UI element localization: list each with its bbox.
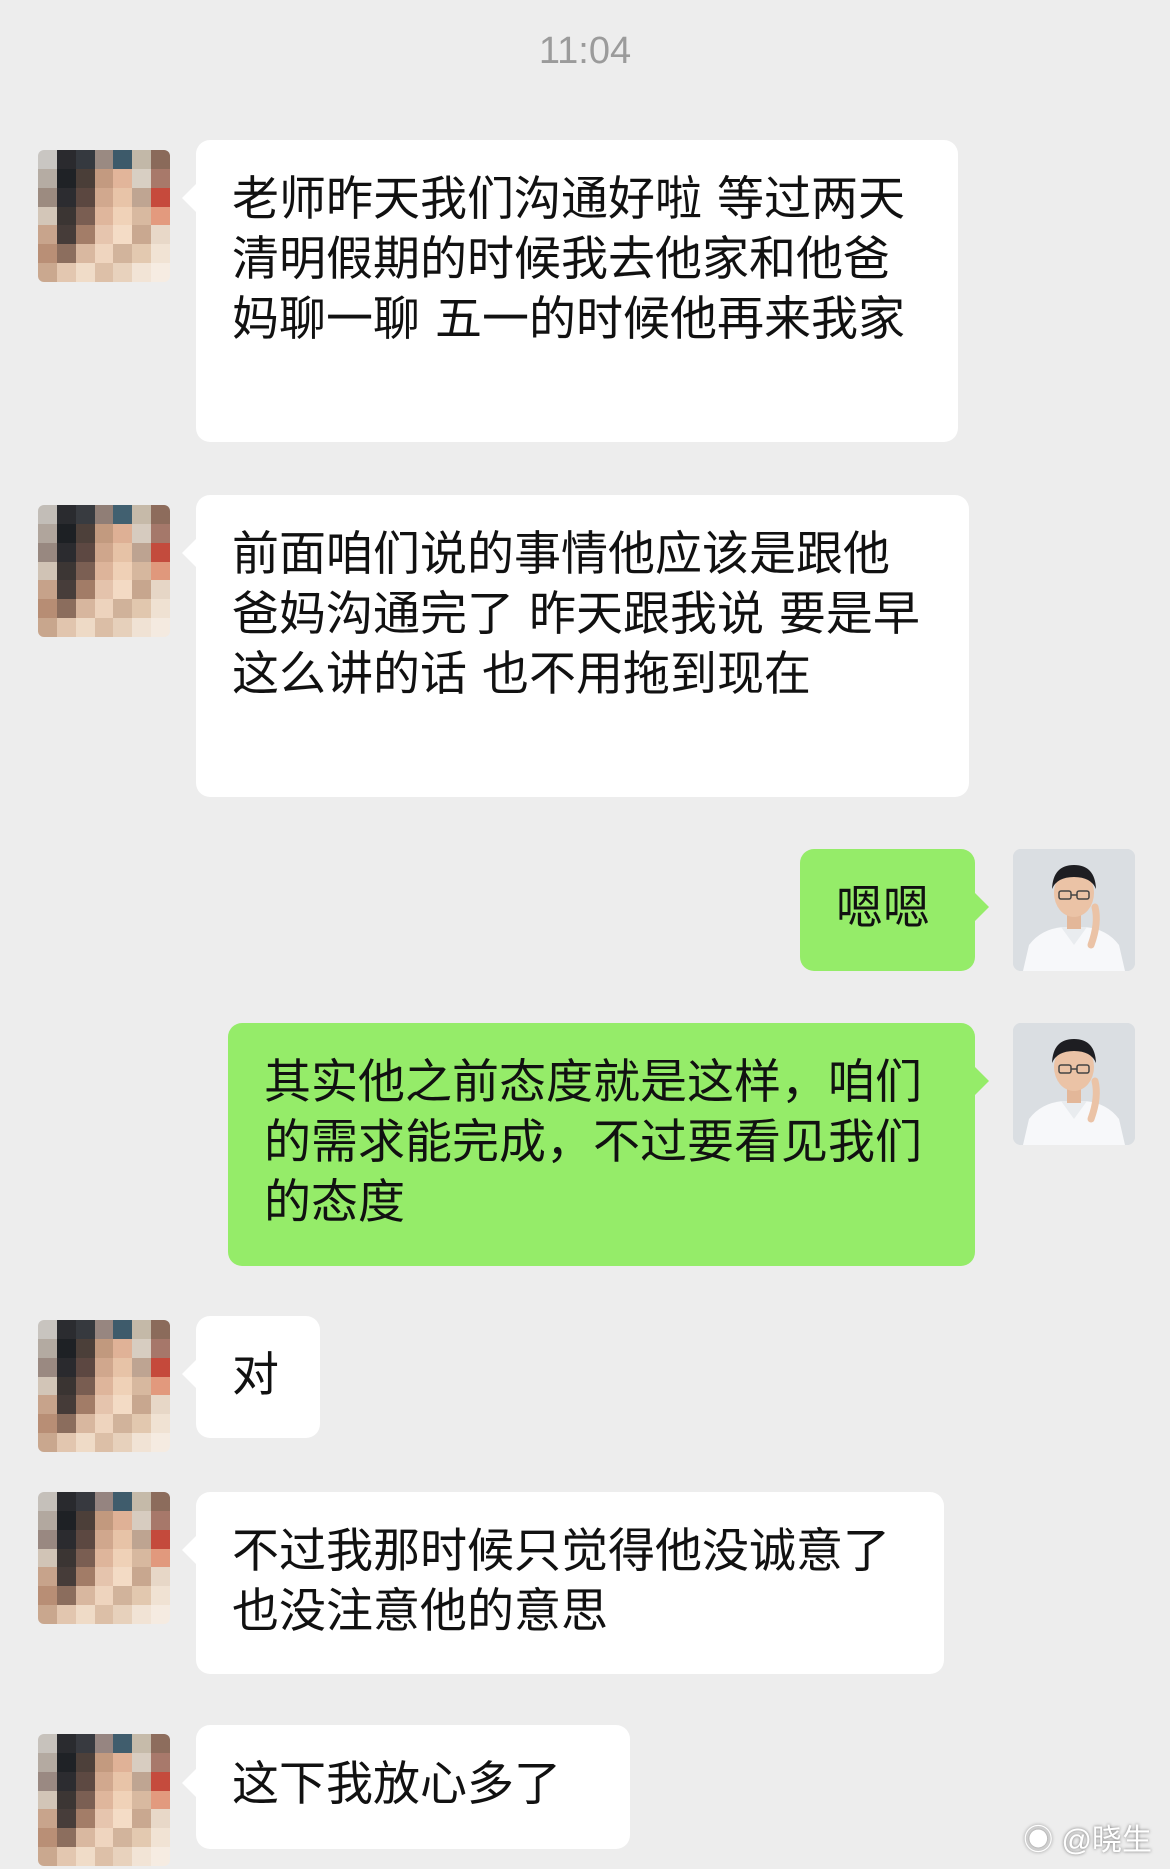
chat-timestamp: 11:04	[538, 30, 632, 72]
watermark-text: @晓生	[1061, 1824, 1152, 1857]
user-avatar[interactable]	[1013, 1023, 1135, 1145]
weibo-icon: ◉	[1023, 1824, 1054, 1857]
contact-avatar[interactable]	[38, 1492, 170, 1624]
contact-avatar[interactable]	[38, 505, 170, 637]
contact-avatar[interactable]	[38, 1734, 170, 1866]
contact-avatar[interactable]	[38, 1320, 170, 1452]
message-bubble-incoming[interactable]: 不过我那时候只觉得他没诚意了 也没注意他的意思	[182, 1492, 944, 1674]
user-avatar[interactable]	[1013, 849, 1135, 971]
message-bubble-incoming[interactable]: 老师昨天我们沟通好啦 等过两天清明假期的时候我去他家和他爸妈聊一聊 五一的时候他…	[182, 140, 958, 442]
message-bubble-outgoing[interactable]: 嗯嗯	[800, 849, 989, 971]
weibo-watermark: ◉ @晓生	[1023, 1815, 1152, 1859]
contact-avatar[interactable]	[38, 150, 170, 282]
message-bubble-incoming[interactable]: 前面咱们说的事情他应该是跟他爸妈沟通完了 昨天跟我说 要是早这么讲的话 也不用拖…	[182, 495, 969, 797]
message-bubble-outgoing[interactable]: 其实他之前态度就是这样，咱们的需求能完成，不过要看见我们的态度	[228, 1023, 989, 1266]
message-bubble-incoming[interactable]: 对	[182, 1316, 320, 1438]
message-bubble-incoming[interactable]: 这下我放心多了	[182, 1725, 630, 1849]
